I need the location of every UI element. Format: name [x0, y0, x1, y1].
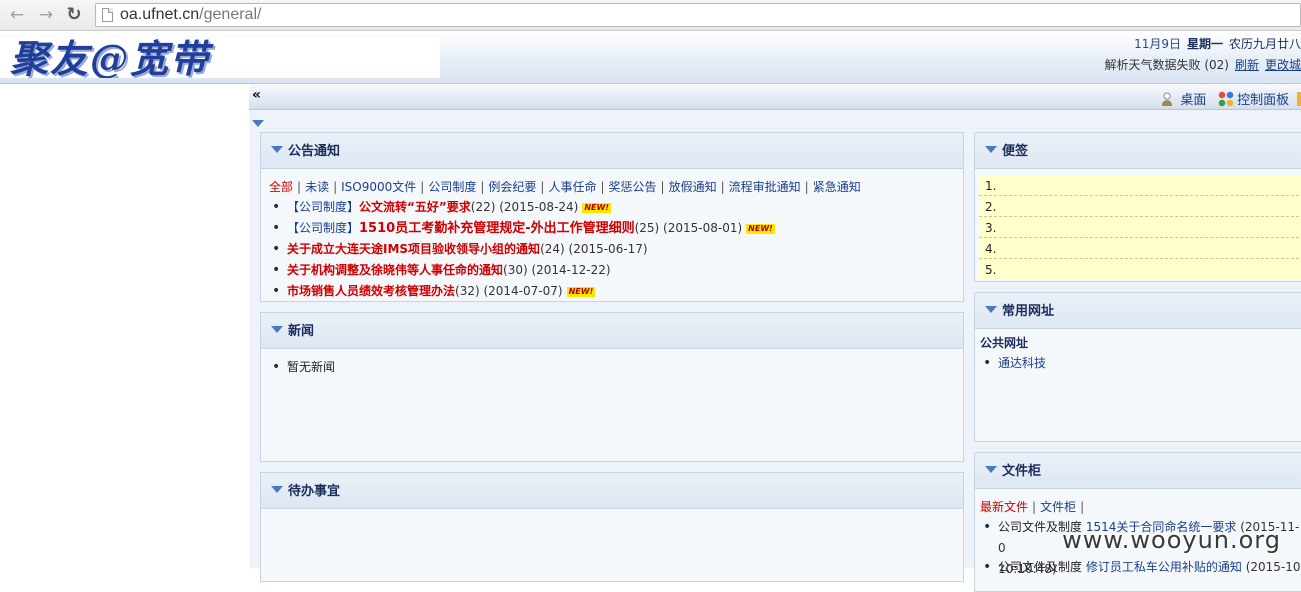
collapse-triangle-icon[interactable] [985, 306, 997, 313]
files-header[interactable]: 文件柜 [975, 453, 1301, 489]
left-navigation-pane [0, 84, 249, 568]
tab-company-rules[interactable]: 公司制度 [428, 180, 476, 194]
news-header[interactable]: 新闻 [261, 313, 963, 349]
tab-unread[interactable]: 未读 [305, 180, 329, 194]
collapse-triangle-icon[interactable] [985, 466, 997, 473]
notices-portlet: 公告通知 全部|未读|ISO9000文件|公司制度|例会纪要|人事任命|奖惩公告… [260, 132, 964, 302]
tab-holidays[interactable]: 放假通知 [669, 180, 717, 194]
list-item: 暂无新闻 [269, 357, 955, 378]
collapse-sidebar-button[interactable]: « [252, 87, 261, 103]
change-city-link[interactable]: 更改城 [1265, 58, 1301, 72]
desktop-button[interactable]: 桌面 [1161, 89, 1206, 108]
urls-header[interactable]: 常用网址 [975, 293, 1301, 329]
header-info: 11月9日星期一农历九月廿八 解析天气数据失败 (02) 刷新更改城 [1101, 34, 1301, 76]
notice-list: 【公司制度】公文流转“五好”要求(22) (2015-08-24)NEW! 【公… [269, 197, 955, 302]
notes-portlet: 便签 1. 2. 3. 4. 5. [974, 132, 1301, 282]
collapse-triangle-icon[interactable] [271, 326, 283, 333]
files-portlet: 文件柜 最新文件|文件柜| 公司文件及制度 1514关于合同命名统一要求 (20… [974, 452, 1301, 592]
main-content: « 桌面 控制面板 公告通知 全部|未读|ISO9000文件|公司制度|例会纪要… [249, 84, 1301, 568]
collapse-triangle-icon[interactable] [985, 146, 997, 153]
collapse-triangle-icon[interactable] [271, 146, 283, 153]
public-urls-label: 公共网址 [980, 333, 1301, 353]
file-tabs: 最新文件|文件柜| [980, 497, 1301, 517]
url-text[interactable]: oa.ufnet.cn/general/ [120, 6, 261, 24]
weather-status: 解析天气数据失败 (02) [1105, 58, 1229, 72]
list-item[interactable]: 通达科技 [980, 353, 1301, 374]
list-item[interactable]: 关于成立大连天途IMS项目验收领导小组的通知(24) (2015-06-17) [269, 239, 955, 260]
tab-file-cabinet[interactable]: 文件柜 [1040, 500, 1076, 514]
expand-triangle-icon[interactable] [252, 120, 264, 127]
browser-toolbar: ← → ↻ oa.ufnet.cn/general/ [0, 0, 1301, 31]
more-icon[interactable] [1297, 92, 1301, 106]
note-line[interactable]: 5. [979, 259, 1301, 280]
address-bar[interactable]: oa.ufnet.cn/general/ [95, 3, 1301, 27]
note-line[interactable]: 3. [979, 217, 1301, 238]
tab-approval[interactable]: 流程审批通知 [729, 180, 801, 194]
notice-tabs: 全部|未读|ISO9000文件|公司制度|例会纪要|人事任命|奖惩公告|放假通知… [269, 177, 955, 197]
page-icon [102, 8, 113, 22]
notices-header[interactable]: 公告通知 [261, 133, 963, 169]
list-item[interactable]: 【公司制度】1510员工考勤补充管理规定-外出工作管理细则(25) (2015-… [269, 218, 955, 239]
sticky-note[interactable]: 1. 2. 3. 4. 5. [979, 175, 1301, 280]
tab-meeting-minutes[interactable]: 例会纪要 [488, 180, 536, 194]
collapse-triangle-icon[interactable] [271, 486, 283, 493]
new-badge: NEW! [567, 287, 596, 297]
note-line[interactable]: 1. [979, 175, 1301, 196]
notes-header[interactable]: 便签 [975, 133, 1301, 169]
weather-refresh-link[interactable]: 刷新 [1235, 58, 1259, 72]
new-badge: NEW! [746, 224, 775, 234]
tab-urgent[interactable]: 紧急通知 [813, 180, 861, 194]
tab-all[interactable]: 全部 [269, 180, 293, 194]
desktop-icon [1161, 91, 1177, 107]
company-logo: 聚友@宽带 [0, 38, 440, 78]
portlet-toggle-bar [249, 110, 1301, 132]
list-item[interactable]: 市场销售人员绩效考核管理办法(32) (2014-07-07)NEW! [269, 281, 955, 302]
todo-portlet: 待办事宜 [260, 472, 964, 582]
todo-header[interactable]: 待办事宜 [261, 473, 963, 509]
desktop-toolbar: « 桌面 控制面板 [249, 84, 1301, 110]
oa-header: 聚友@宽带 11月9日星期一农历九月廿八 解析天气数据失败 (02) 刷新更改城 [0, 31, 1301, 84]
news-portlet: 新闻 暂无新闻 [260, 312, 964, 462]
note-line[interactable]: 2. [979, 196, 1301, 217]
tab-rewards[interactable]: 奖惩公告 [609, 180, 657, 194]
new-badge: NEW! [582, 203, 611, 213]
portlet-workspace: 公告通知 全部|未读|ISO9000文件|公司制度|例会纪要|人事任命|奖惩公告… [249, 132, 1301, 568]
watermark: www.wooyun.org [1062, 526, 1281, 554]
header-date: 11月9日 [1134, 37, 1181, 51]
control-panel-button[interactable]: 控制面板 [1218, 89, 1289, 108]
back-arrow-icon[interactable]: ← [6, 4, 28, 26]
note-line[interactable]: 4. [979, 238, 1301, 259]
urls-portlet: 常用网址 公共网址 通达科技 [974, 292, 1301, 442]
tab-appointments[interactable]: 人事任命 [548, 180, 596, 194]
list-item[interactable]: 【公司制度】公文流转“五好”要求(22) (2015-08-24)NEW! [269, 197, 955, 218]
header-lunar-date: 农历九月廿八 [1229, 37, 1301, 51]
list-item[interactable]: 关于机构调整及徐晓伟等人事任命的通知(30) (2014-12-22) [269, 260, 955, 281]
tab-latest-files[interactable]: 最新文件 [980, 500, 1028, 514]
tab-iso9000[interactable]: ISO9000文件 [341, 180, 416, 194]
reload-icon[interactable]: ↻ [63, 4, 85, 26]
forward-arrow-icon[interactable]: → [35, 4, 57, 26]
control-panel-icon [1218, 91, 1234, 107]
header-weekday: 星期一 [1187, 37, 1223, 51]
